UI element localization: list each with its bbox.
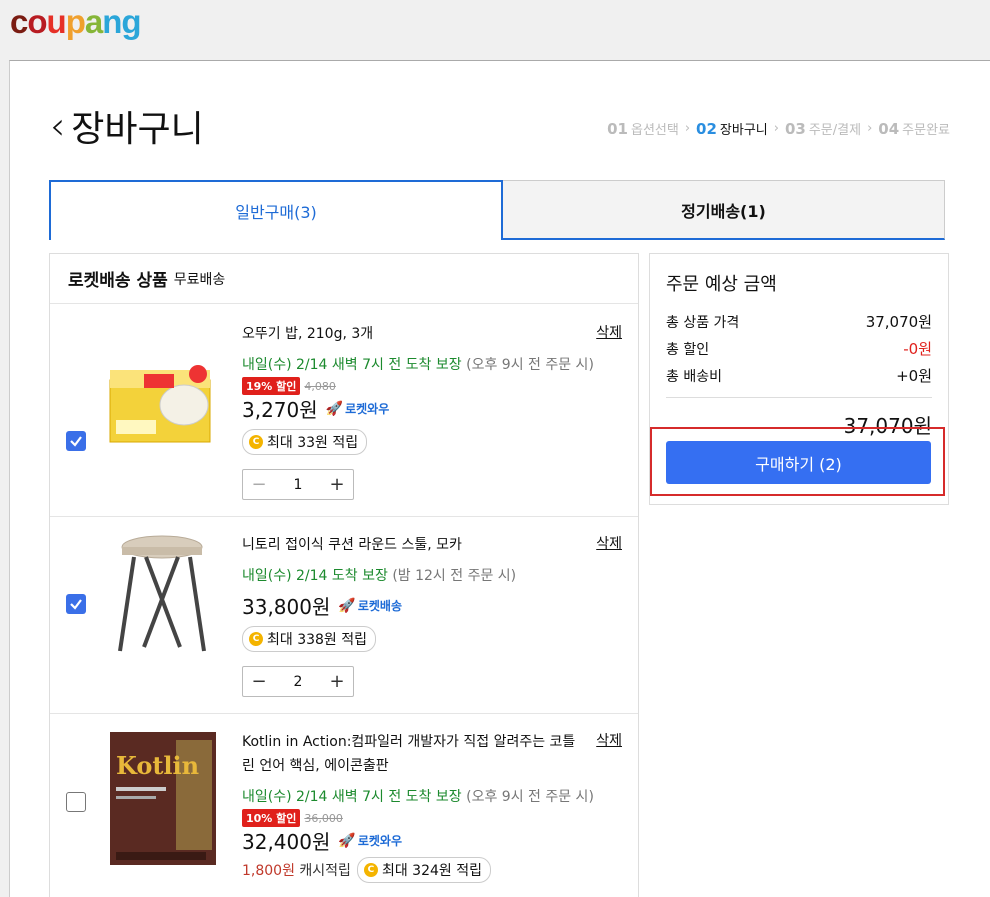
delete-button[interactable]: 삭제 — [596, 322, 622, 342]
page-title-text: 장바구니 — [71, 109, 204, 150]
section-subtitle: 무료배송 — [173, 271, 226, 288]
item-checkbox[interactable] — [66, 431, 86, 451]
summary-row-total-price: 총 상품 가격 37,070원 — [666, 313, 932, 331]
cash-row: 1,800원 캐시적립 C 최대 324원 적립 — [242, 857, 622, 883]
item-price: 33,800원 — [242, 595, 331, 619]
buy-button[interactable]: 구매하기 (2) — [666, 441, 931, 484]
item-price: 3,270원 — [242, 398, 318, 422]
tab-general-purchase[interactable]: 일반구매(3) — [49, 180, 503, 240]
check-icon — [70, 599, 82, 610]
quantity-value[interactable]: 2 — [275, 674, 321, 690]
rocket-delivery-badge: 🚀 로켓배송 — [338, 597, 402, 614]
increase-button[interactable]: + — [321, 474, 353, 495]
cart-item-list: 로켓배송 상품 무료배송 오뚜기 밥, 210g, 3개 삭제 내일(수) 2/… — [49, 253, 639, 897]
rocket-icon: 🚀 — [338, 832, 356, 849]
rocket-icon: 🚀 — [338, 597, 356, 614]
check-icon — [70, 436, 82, 447]
summary-row-shipping: 총 배송비 +0원 — [666, 367, 932, 385]
cart-item: Kotlin Kotlin in Action:컴파일러 개발자가 직접 알려주… — [50, 714, 638, 897]
delete-button[interactable]: 삭제 — [596, 730, 622, 750]
logo-letter: ng — [102, 3, 141, 40]
page-title: ‹ 장바구니 — [50, 100, 204, 152]
quantity-stepper: − 1 + — [242, 469, 354, 500]
coin-icon: C — [249, 435, 263, 449]
section-title: 로켓배송 상품 — [68, 271, 168, 291]
product-image-stool[interactable] — [106, 529, 216, 659]
decrease-button[interactable]: − — [243, 671, 275, 692]
logo-letter: c — [10, 3, 28, 40]
cashback-pill: C 최대 33원 적립 — [242, 429, 368, 455]
coin-icon: C — [249, 632, 263, 646]
logo-letter: a — [84, 3, 103, 40]
item-price: 32,400원 — [242, 830, 331, 854]
cashback-pill: C 최대 324원 적립 — [356, 857, 491, 883]
product-name[interactable]: 오뚜기 밥, 210g, 3개 — [242, 322, 622, 346]
discount-row: 10% 할인 36,000 — [242, 809, 622, 827]
step-1: 01 옵션선택 — [607, 120, 679, 138]
delivery-info: 내일(수) 2/14 도착 보장 (밤 12시 전 주문 시) — [242, 568, 517, 584]
cart-item: 니토리 접이식 쿠션 라운드 스툴, 모카 삭제 내일(수) 2/14 도착 보… — [50, 517, 638, 714]
delete-button[interactable]: 삭제 — [596, 533, 622, 553]
cart-item: 오뚜기 밥, 210g, 3개 삭제 내일(수) 2/14 새벽 7시 전 도착… — [50, 304, 638, 517]
delivery-info: 내일(수) 2/14 새벽 7시 전 도착 보장 (오후 9시 전 주문 시) — [242, 789, 594, 805]
discount-badge: 19% 할인 — [242, 377, 301, 395]
price-row: 3,270원 🚀 로켓와우 — [242, 394, 622, 423]
summary-title: 주문 예상 금액 — [666, 274, 777, 295]
decrease-button[interactable]: − — [243, 474, 275, 495]
rocket-icon: 🚀 — [325, 400, 344, 417]
rocket-wow-badge: 🚀 로켓와우 — [338, 832, 402, 849]
cashback-pill: C 최대 338원 적립 — [242, 626, 377, 652]
tab-regular-delivery[interactable]: 정기배송(1) — [503, 180, 945, 240]
purchase-tabs: 일반구매(3) 정기배송(1) — [49, 180, 945, 240]
quantity-value[interactable]: 1 — [275, 477, 321, 493]
chevron-right-icon: › — [773, 121, 779, 136]
rocket-delivery-header: 로켓배송 상품 무료배송 — [50, 254, 638, 304]
item-info: Kotlin in Action:컴파일러 개발자가 직접 알려주는 코틀린 언… — [242, 730, 622, 883]
price-row: 33,800원 🚀 로켓배송 — [242, 591, 622, 620]
summary-row-discount: 총 할인 -0원 — [666, 340, 932, 358]
order-summary: 주문 예상 금액 총 상품 가격 37,070원 총 할인 -0원 총 배송비 +0원… — [649, 253, 949, 505]
original-price: 4,080 — [304, 379, 336, 393]
logo-letter: o — [27, 3, 47, 40]
product-image-rice[interactable] — [106, 342, 216, 472]
book-cover-title: Kotlin — [116, 751, 199, 780]
original-price: 36,000 — [304, 811, 343, 825]
increase-button[interactable]: + — [321, 671, 353, 692]
summary-divider — [666, 397, 932, 398]
cash-reward: 1,800원 캐시적립 — [242, 863, 351, 879]
chevron-right-icon: › — [867, 121, 873, 136]
logo-letter: p — [65, 3, 86, 40]
item-info: 오뚜기 밥, 210g, 3개 삭제 내일(수) 2/14 새벽 7시 전 도착… — [242, 322, 622, 500]
rocket-wow-badge: 🚀 로켓와우 — [325, 400, 390, 417]
coin-icon: C — [363, 863, 378, 877]
logo-letter: u — [46, 3, 67, 40]
back-chevron-icon[interactable]: ‹ — [50, 107, 65, 145]
item-checkbox[interactable] — [66, 792, 86, 812]
item-info: 니토리 접이식 쿠션 라운드 스툴, 모카 삭제 내일(수) 2/14 도착 보… — [242, 533, 622, 697]
quantity-stepper: − 2 + — [242, 666, 354, 697]
chevron-right-icon: › — [684, 121, 691, 136]
product-image-book[interactable]: Kotlin — [106, 732, 216, 867]
step-3: 03 주문/결제 — [784, 120, 862, 138]
buy-button-highlight: 구매하기 (2) — [650, 427, 945, 496]
product-name[interactable]: 니토리 접이식 쿠션 라운드 스툴, 모카 — [242, 533, 622, 557]
step-4: 04 주문완료 — [878, 120, 950, 138]
step-2: 02 장바구니 — [696, 120, 768, 138]
delivery-info: 내일(수) 2/14 새벽 7시 전 도착 보장 (오후 9시 전 주문 시) — [242, 357, 594, 373]
coupang-logo[interactable]: coupang — [10, 3, 142, 41]
checkout-steps: 01 옵션선택 › 02 장바구니 › 03 주문/결제 › 04 주문완료 — [607, 119, 950, 138]
product-name[interactable]: Kotlin in Action:컴파일러 개발자가 직접 알려주는 코틀린 언… — [242, 730, 622, 778]
price-row: 32,400원 🚀 로켓와우 — [242, 826, 622, 855]
discount-row: 19% 할인 4,080 — [242, 377, 622, 395]
discount-badge: 10% 할인 — [242, 809, 301, 827]
item-checkbox[interactable] — [66, 594, 86, 614]
